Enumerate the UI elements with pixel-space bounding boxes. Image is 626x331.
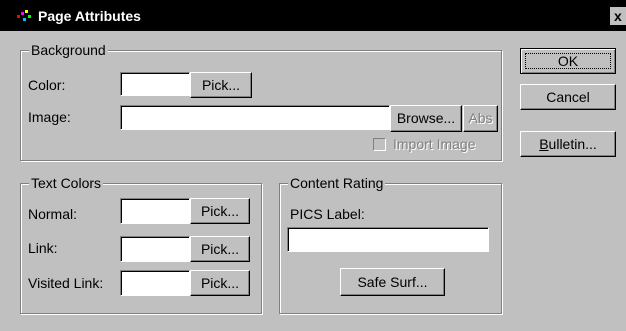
- abs-button[interactable]: Abs: [463, 105, 498, 132]
- safe-surf-button[interactable]: Safe Surf...: [340, 268, 445, 296]
- normal-label: Normal:: [28, 206, 78, 222]
- background-image-field[interactable]: [120, 105, 390, 130]
- normal-color-field[interactable]: [120, 198, 190, 224]
- bulletin-button[interactable]: Bulletin...: [520, 131, 616, 157]
- background-pick-button[interactable]: Pick...: [190, 72, 252, 98]
- normal-pick-button[interactable]: Pick...: [190, 198, 250, 224]
- content-rating-group-label: Content Rating: [288, 175, 386, 191]
- pics-label-field[interactable]: [287, 227, 489, 252]
- ok-button[interactable]: OK: [520, 48, 616, 74]
- text-colors-group-label: Text Colors: [29, 175, 104, 191]
- close-icon[interactable]: x: [610, 7, 626, 25]
- link-label: Link:: [28, 240, 58, 256]
- visited-link-pick-button[interactable]: Pick...: [190, 270, 250, 296]
- title-bar[interactable]: Page Attributes x: [0, 0, 626, 31]
- bulletin-button-label: ulletin...: [548, 136, 597, 152]
- visited-link-label: Visited Link:: [28, 275, 104, 291]
- visited-link-color-field[interactable]: [120, 270, 190, 296]
- link-color-field[interactable]: [120, 236, 190, 262]
- page-attributes-dialog: Page Attributes x Background Color: Pick…: [0, 0, 626, 331]
- page-attributes-icon: [17, 10, 31, 21]
- cancel-button[interactable]: Cancel: [520, 84, 616, 110]
- import-image-checkbox[interactable]: [373, 138, 386, 151]
- background-color-field[interactable]: [120, 72, 190, 96]
- background-group-label: Background: [29, 42, 108, 58]
- window-title: Page Attributes: [38, 8, 141, 24]
- image-label: Image:: [28, 109, 71, 125]
- pics-label: PICS Label:: [290, 206, 365, 222]
- link-pick-button[interactable]: Pick...: [190, 236, 250, 262]
- bulletin-mnemonic: B: [539, 136, 549, 152]
- color-label: Color:: [28, 77, 66, 93]
- import-image-label: Import Image: [393, 136, 476, 152]
- browse-button[interactable]: Browse...: [390, 105, 462, 132]
